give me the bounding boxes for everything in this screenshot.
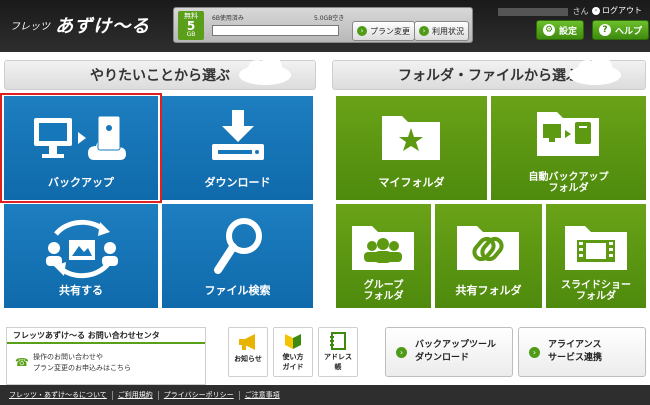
user-name: さん bbox=[498, 6, 589, 17]
chevron-right-icon: › bbox=[529, 346, 540, 358]
chevron-right-icon: › bbox=[396, 346, 407, 358]
left-section-title: やりたいことから選ぶ bbox=[90, 68, 230, 84]
shared-folder-tile[interactable]: 共有フォルダ bbox=[435, 204, 542, 308]
shared-folder-link-icon bbox=[457, 226, 519, 270]
footer: フレッツ・あずけ〜るについて ご利用規約 プライバシーポリシー ご注意事項 bbox=[0, 385, 650, 405]
footer-link-notes[interactable]: ご注意事項 bbox=[240, 391, 285, 400]
news-button[interactable]: お知らせ bbox=[228, 327, 268, 377]
group-folder-tile[interactable]: グループ フォルダ bbox=[336, 204, 431, 308]
slideshow-folder-tile[interactable]: スライドショー フォルダ bbox=[546, 204, 646, 308]
shared-folder-tile-label: 共有フォルダ bbox=[455, 284, 522, 297]
share-tile[interactable]: 共有する bbox=[4, 204, 158, 308]
help-button[interactable]: ? ヘルプ bbox=[592, 20, 650, 40]
storage-used-label: 6B使用済み bbox=[212, 15, 244, 22]
search-icon bbox=[214, 218, 262, 274]
auto-backup-folder-icon bbox=[537, 112, 599, 156]
user-name-value bbox=[498, 7, 568, 16]
storage-plan-badge: 無料 5 GB bbox=[178, 11, 204, 40]
my-folder-tile-label: マイフォルダ bbox=[378, 176, 445, 189]
right-section-header: フォルダ・ファイルから選ぶ bbox=[332, 56, 646, 90]
slideshow-folder-icon bbox=[565, 226, 627, 270]
footer-link-about[interactable]: フレッツ・あずけ〜るについて bbox=[4, 390, 113, 400]
file-search-tile[interactable]: ファイル検索 bbox=[162, 204, 313, 308]
auto-backup-folder-tile[interactable]: 自動バックアップ フォルダ bbox=[491, 96, 646, 200]
address-book-icon bbox=[330, 332, 346, 350]
phone-icon: ☎ bbox=[15, 356, 29, 369]
folder-star-icon bbox=[382, 116, 440, 160]
group-folder-tile-label: グループ フォルダ bbox=[363, 280, 404, 302]
usage-status-button[interactable]: › 利用状況 bbox=[414, 21, 469, 41]
storage-panel: 無料 5 GB 6B使用済み 5.0GB空き › プラン変更 › 利用状況 bbox=[173, 7, 473, 43]
alliance-service-button[interactable]: › アライアンス サービス連携 bbox=[518, 327, 646, 377]
logo-name: あずけ〜る bbox=[55, 16, 151, 37]
plan-change-button[interactable]: › プラン変更 bbox=[352, 21, 415, 41]
download-icon bbox=[212, 110, 264, 160]
gear-icon: ⚙ bbox=[543, 24, 555, 36]
contact-line-1: 操作のお問い合わせや bbox=[33, 353, 103, 361]
contact-line-2: プラン変更のお申込みはこちら bbox=[33, 364, 131, 372]
download-tile[interactable]: ダウンロード bbox=[162, 96, 313, 200]
chevron-right-icon: › bbox=[592, 6, 600, 15]
settings-button[interactable]: ⚙ 設定 bbox=[536, 20, 585, 40]
my-folder-tile[interactable]: マイフォルダ bbox=[336, 96, 487, 200]
beginner-mark-icon bbox=[285, 334, 301, 349]
selection-highlight bbox=[0, 93, 162, 203]
logout-link[interactable]: › ログアウト bbox=[592, 5, 642, 16]
storage-free-label: 5.0GB空き bbox=[314, 15, 345, 22]
download-tile-label: ダウンロード bbox=[204, 176, 271, 189]
share-tile-label: 共有する bbox=[59, 284, 103, 297]
contact-center-panel[interactable]: フレッツあずけ〜る お問い合わせセンタ ☎ 操作のお問い合わせや プラン変更のお… bbox=[6, 327, 206, 385]
cloud-icon bbox=[569, 56, 621, 85]
left-section-header: やりたいことから選ぶ bbox=[4, 56, 316, 90]
chevron-right-icon: › bbox=[357, 26, 367, 36]
storage-usage-bar bbox=[212, 25, 339, 36]
backup-tool-download-button[interactable]: › バックアップツール ダウンロード bbox=[385, 327, 513, 377]
group-folder-icon bbox=[352, 226, 414, 270]
app-logo[interactable]: フレッツ あずけ〜る bbox=[10, 12, 150, 38]
app-header: フレッツ あずけ〜る 無料 5 GB 6B使用済み 5.0GB空き › プラン変… bbox=[0, 0, 650, 52]
footer-link-privacy[interactable]: プライバシーポリシー bbox=[159, 390, 240, 400]
file-search-tile-label: ファイル検索 bbox=[204, 284, 271, 297]
user-guide-button[interactable]: 使い方 ガイド bbox=[273, 327, 313, 377]
chevron-right-icon: › bbox=[419, 26, 429, 36]
footer-link-terms[interactable]: ご利用規約 bbox=[113, 390, 159, 400]
auto-backup-folder-tile-label: 自動バックアップ フォルダ bbox=[528, 172, 609, 194]
contact-center-title: フレッツあずけ〜る お問い合わせセンタ bbox=[7, 328, 205, 344]
address-book-button[interactable]: アドレス 帳 bbox=[318, 327, 358, 377]
right-section-title: フォルダ・ファイルから選ぶ bbox=[398, 68, 580, 84]
slideshow-folder-tile-label: スライドショー フォルダ bbox=[561, 280, 631, 302]
cloud-icon bbox=[239, 56, 291, 85]
share-icon bbox=[46, 219, 118, 279]
logo-prefix: フレッツ bbox=[10, 21, 50, 33]
question-icon: ? bbox=[599, 24, 611, 36]
megaphone-icon bbox=[239, 334, 255, 350]
